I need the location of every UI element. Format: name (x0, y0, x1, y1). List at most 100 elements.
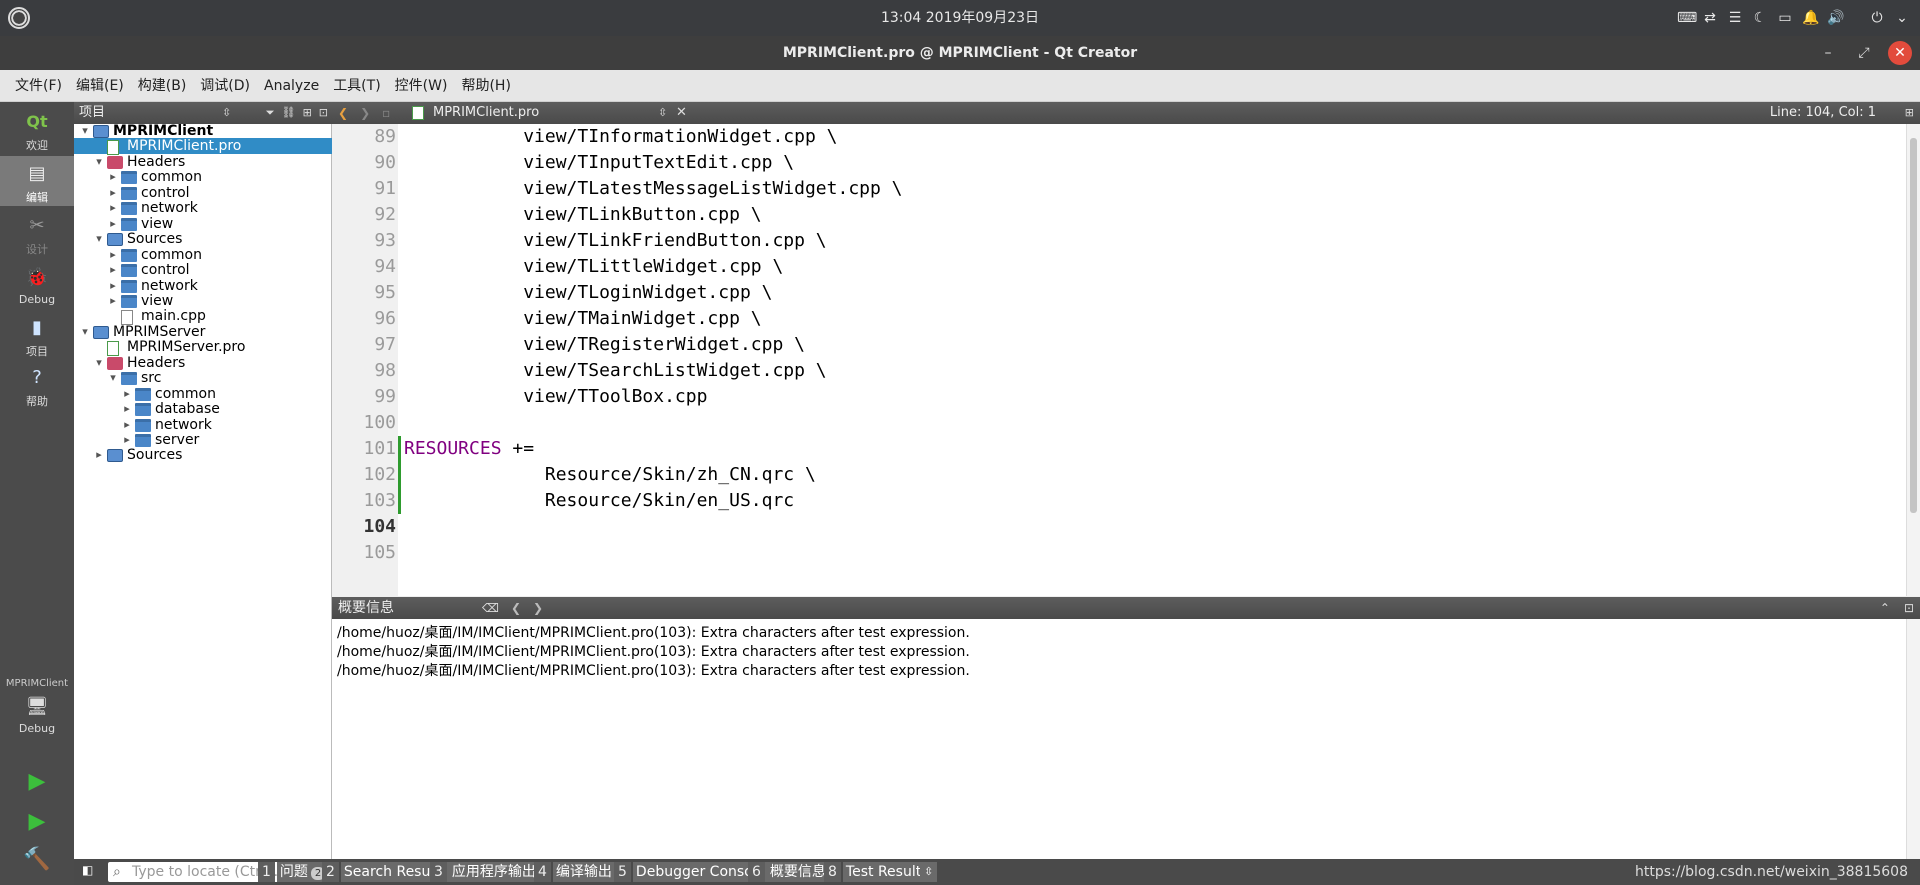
code-line[interactable]: 95 view/TLoginWidget.cpp \ (332, 280, 1906, 306)
expanded-arrow-icon[interactable]: ▾ (80, 123, 90, 139)
code-line[interactable]: 90 view/TInputTextEdit.cpp \ (332, 150, 1906, 176)
code-editor[interactable]: 89 view/TInformationWidget.cpp \ 90 view/… (332, 124, 1906, 596)
collapsed-arrow-icon[interactable]: ▸ (108, 278, 118, 294)
code-line[interactable]: 91 view/TLatestMessageListWidget.cpp \ (332, 176, 1906, 202)
output-pane-tab[interactable]: 8 Test Results (824, 862, 932, 882)
tree-item[interactable]: main.cpp (74, 308, 332, 326)
clock[interactable]: 13:04 2019年09月23日 (0, 0, 1920, 36)
tree-item[interactable]: ▸ database (74, 401, 332, 417)
more-tabs-icon[interactable]: ⇳ (920, 862, 938, 882)
mode-welcome[interactable]: Qt 欢迎 (0, 104, 74, 154)
tree-item[interactable]: ▸ network (74, 417, 332, 433)
tree-item[interactable]: ▾ Headers (74, 154, 332, 170)
filter-icon[interactable]: ⏷ (266, 102, 275, 124)
output-scrollbar[interactable] (1906, 619, 1920, 859)
run-button[interactable]: ▶ (0, 764, 74, 800)
close-document-icon[interactable]: ✕ (676, 102, 687, 124)
code-line[interactable]: 105 (332, 540, 1906, 566)
collapsed-arrow-icon[interactable]: ▸ (108, 185, 118, 201)
code-line[interactable]: 92 view/TLinkButton.cpp \ (332, 202, 1906, 228)
expanded-arrow-icon[interactable]: ▾ (94, 231, 104, 247)
menu-edit[interactable]: 编辑(E) (69, 70, 131, 102)
maximize-pane-icon[interactable]: ⌃ (1880, 597, 1890, 619)
forward-arrow-icon[interactable]: ❯ (360, 102, 370, 124)
network-icon[interactable]: ⇄ (1702, 10, 1718, 26)
chevron-down-icon[interactable]: ⌄ (1894, 10, 1910, 26)
keyboard-icon[interactable]: ⌨ (1677, 10, 1697, 26)
minimize-button[interactable]: – (1816, 41, 1840, 65)
menu-widgets[interactable]: 控件(W) (388, 70, 455, 102)
open-document-label[interactable]: MPRIMClient.pro (433, 102, 539, 124)
debug-run-button[interactable]: ▶ (0, 804, 74, 840)
collapsed-arrow-icon[interactable]: ▸ (108, 262, 118, 278)
tree-item[interactable]: ▸ common (74, 386, 332, 402)
menu-debug[interactable]: 调试(D) (193, 70, 257, 102)
window-titlebar[interactable]: MPRIMClient.pro @ MPRIMClient - Qt Creat… (0, 36, 1920, 70)
code-line[interactable]: 93 view/TLinkFriendButton.cpp \ (332, 228, 1906, 254)
collapsed-arrow-icon[interactable]: ▸ (122, 401, 132, 417)
expanded-arrow-icon[interactable]: ▾ (94, 355, 104, 371)
split-editor-icon[interactable]: ⊞ (1905, 102, 1914, 124)
collapsed-arrow-icon[interactable]: ▸ (94, 447, 104, 463)
cursor-position[interactable]: Line: 104, Col: 1 (1770, 102, 1876, 124)
menu-analyze[interactable]: Analyze (257, 70, 326, 102)
tree-item[interactable]: ▾ Sources (74, 231, 332, 247)
tree-item[interactable]: ▸ view (74, 216, 332, 232)
output-pane-tab[interactable]: 6 概要信息 (748, 862, 829, 882)
code-line[interactable]: 103 Resource/Skin/en_US.qrc (332, 488, 1906, 514)
mode-design[interactable]: ✂ 设计 (0, 208, 74, 258)
prev-item-icon[interactable]: ❮ (511, 597, 521, 619)
tree-item[interactable]: ▸ server (74, 432, 332, 448)
tree-item[interactable]: MPRIMServer.pro (74, 339, 332, 357)
mode-help[interactable]: ? 帮助 (0, 360, 74, 410)
toggle-sidebar-icon[interactable]: ◧ (82, 863, 93, 877)
code-line[interactable]: 96 view/TMainWidget.cpp \ (332, 306, 1906, 332)
collapsed-arrow-icon[interactable]: ▸ (108, 169, 118, 185)
notification-icon[interactable]: 🔔 (1802, 10, 1819, 26)
output-pane-tab[interactable]: 3 应用程序输出 (430, 862, 539, 882)
expanded-arrow-icon[interactable]: ▾ (94, 154, 104, 170)
tree-item[interactable]: MPRIMClient.pro (74, 138, 332, 156)
general-messages-output[interactable]: /home/huoz/桌面/IM/IMClient/MPRIMClient.pr… (332, 619, 1906, 859)
build-button[interactable]: 🔨 (0, 842, 74, 878)
expanded-arrow-icon[interactable]: ▾ (108, 370, 118, 386)
mode-projects[interactable]: ▮ 项目 (0, 310, 74, 360)
tree-item[interactable]: ▾ Headers (74, 355, 332, 371)
tree-item[interactable]: ▸ Sources (74, 447, 332, 463)
menu-icon[interactable]: ☰ (1727, 10, 1743, 26)
code-line[interactable]: 99 view/TToolBox.cpp (332, 384, 1906, 410)
menu-tools[interactable]: 工具(T) (326, 70, 387, 102)
menu-file[interactable]: 文件(F) (8, 70, 69, 102)
menu-build[interactable]: 构建(B) (131, 70, 194, 102)
code-line[interactable]: 102 Resource/Skin/zh_CN.qrc \ (332, 462, 1906, 488)
output-pane-tab[interactable]: 4 编译输出 (534, 862, 615, 882)
collapsed-arrow-icon[interactable]: ▸ (122, 386, 132, 402)
tree-item[interactable]: ▾ MPRIMServer (74, 324, 332, 340)
code-line[interactable]: 101 RESOURCES += (332, 436, 1906, 462)
tree-item[interactable]: ▸ view (74, 293, 332, 309)
folder-icon[interactable]: ▭ (1777, 10, 1793, 26)
menu-help[interactable]: 帮助(H) (454, 70, 517, 102)
link-icon[interactable]: ⛓ (282, 102, 296, 124)
volume-icon[interactable]: 🔊 (1827, 10, 1844, 26)
collapsed-arrow-icon[interactable]: ▸ (108, 200, 118, 216)
expanded-arrow-icon[interactable]: ▾ (80, 324, 90, 340)
collapsed-arrow-icon[interactable]: ▸ (122, 417, 132, 433)
tree-item[interactable]: ▾ MPRIMClient (74, 123, 332, 139)
editor-scrollbar[interactable] (1906, 124, 1920, 596)
close-pane-icon[interactable]: ⊡ (1904, 597, 1914, 619)
next-item-icon[interactable]: ❯ (533, 597, 543, 619)
split-icon[interactable]: ⊞ (303, 102, 312, 124)
tree-item[interactable]: ▸ network (74, 278, 332, 294)
scrollbar-thumb[interactable] (1910, 138, 1917, 513)
tree-item[interactable]: ▸ network (74, 200, 332, 216)
output-message[interactable]: /home/huoz/桌面/IM/IMClient/MPRIMClient.pr… (337, 660, 970, 683)
collapsed-arrow-icon[interactable]: ▸ (122, 432, 132, 448)
tree-item[interactable]: ▸ common (74, 169, 332, 185)
tree-item[interactable]: ▸ control (74, 262, 332, 278)
back-arrow-icon[interactable]: ❮ (338, 102, 348, 124)
clear-icon[interactable]: ⌫ (482, 597, 499, 619)
tree-item[interactable]: ▸ control (74, 185, 332, 201)
tree-item[interactable]: ▸ common (74, 247, 332, 263)
code-line[interactable]: 104 (332, 514, 1906, 540)
